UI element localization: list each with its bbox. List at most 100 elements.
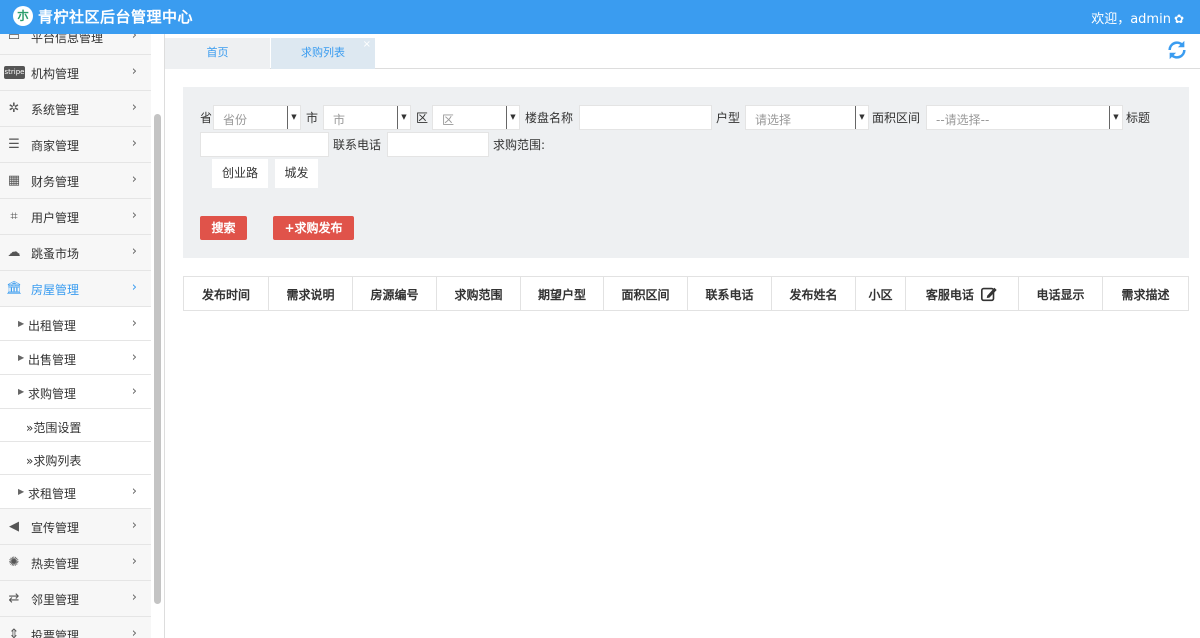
tab-label: 求购列表 <box>301 46 345 59</box>
refresh-icon[interactable] <box>1166 39 1188 61</box>
chevron-right-icon: › <box>131 100 137 115</box>
column-header[interactable]: 面积区间 <box>604 277 688 310</box>
volume-icon: ◀ <box>9 519 19 534</box>
chevron-down-icon: ▼ <box>506 106 519 129</box>
title-input[interactable] <box>200 132 329 157</box>
cloud-icon: ☁ <box>7 245 21 260</box>
sidebar-item-org[interactable]: stripe 机构管理 › <box>0 55 151 91</box>
chevron-right-icon: › <box>131 384 137 399</box>
range-chip[interactable]: 城发 <box>275 159 318 188</box>
sidebar-item-label: 热卖管理 <box>31 557 80 571</box>
caret-right-icon: ▶ <box>18 387 25 396</box>
layout-placeholder: 请选择 <box>755 113 792 127</box>
range-label: 求购范围: <box>493 138 546 152</box>
building-label: 楼盘名称 <box>525 111 574 125</box>
sidebar-item-voting[interactable]: ⇕ 投票管理 › <box>0 617 151 638</box>
sidebar-subitem-purchase[interactable]: ▶ 求购管理 › <box>0 375 151 409</box>
area-select[interactable]: --请选择-- ▼ <box>926 105 1123 130</box>
publish-purchase-button[interactable]: +求购发布 <box>273 216 354 240</box>
sidebar-subitem-rent-wanted[interactable]: ▶ 求租管理 › <box>0 475 151 509</box>
sidebar-item-label: 平台信息管理 <box>31 34 104 45</box>
province-placeholder: 省份 <box>223 113 248 127</box>
tab-home[interactable]: 首页 <box>165 38 270 69</box>
yelp-icon: ✲ <box>8 101 20 116</box>
chevron-right-icon: › <box>131 208 137 223</box>
district-placeholder: 区 <box>442 113 455 127</box>
layout-select[interactable]: 请选择 ▼ <box>745 105 869 130</box>
sidebar-item-promotion[interactable]: ◀ 宣传管理 › <box>0 509 151 545</box>
sidebar-item-platform[interactable]: ▭ 平台信息管理 › <box>0 34 151 55</box>
chevron-right-icon: › <box>131 280 137 295</box>
sidebar-item-flea-market[interactable]: ☁ 跳蚤市场 › <box>0 235 151 271</box>
range-chip[interactable]: 创业路 <box>212 159 268 188</box>
sidebar-item-users[interactable]: ⌗ 用户管理 › <box>0 199 151 235</box>
sun-icon: ✺ <box>8 555 20 570</box>
tab-bar: 首页 求购列表 × <box>165 34 1200 69</box>
column-header[interactable]: 房源编号 <box>353 277 437 310</box>
column-header-service-phone[interactable]: 客服电话 <box>906 277 1019 310</box>
title-label: 标题 <box>1126 111 1151 125</box>
monitor-icon: ▭ <box>7 34 21 44</box>
city-select[interactable]: 市 ▼ <box>323 105 411 130</box>
province-label: 省 <box>200 111 213 125</box>
chevron-right-icon: › <box>131 590 137 605</box>
sidebar-item-hot-sale[interactable]: ✺ 热卖管理 › <box>0 545 151 581</box>
sidebar-item-label: 邻里管理 <box>31 593 80 607</box>
sidebar-item-system[interactable]: ✲ 系统管理 › <box>0 91 151 127</box>
sidebar-item-finance[interactable]: ▦ 财务管理 › <box>0 163 151 199</box>
tab-purchase-list[interactable]: 求购列表 × <box>271 38 375 69</box>
area-placeholder: --请选择-- <box>936 113 990 127</box>
chevron-down-icon: ▼ <box>397 106 410 129</box>
chevron-right-icon: › <box>131 136 137 151</box>
sidebar-item-label: 机构管理 <box>31 67 80 81</box>
district-select[interactable]: 区 ▼ <box>432 105 520 130</box>
chevron-right-icon: › <box>131 64 137 79</box>
purchase-table: 发布时间 需求说明 房源编号 求购范围 期望户型 面积区间 联系电话 发布姓名 … <box>183 276 1189 311</box>
building-input[interactable] <box>579 105 712 130</box>
close-icon[interactable]: × <box>363 30 371 60</box>
sidebar-leaf-purchase-list[interactable]: »求购列表 <box>0 442 151 475</box>
column-header[interactable]: 需求描述 <box>1103 277 1188 310</box>
sidebar: ▭ 平台信息管理 › stripe 机构管理 › ✲ 系统管理 › ☰ 商家管理… <box>0 34 165 638</box>
sidebar-scrollbar[interactable] <box>154 114 161 604</box>
chevron-right-icon: › <box>131 554 137 569</box>
stripe-icon: stripe <box>4 66 25 79</box>
caret-right-icon: ▶ <box>18 353 25 362</box>
caret-right-icon: ▶ <box>18 319 25 328</box>
chevron-right-icon: › <box>131 34 137 43</box>
layout-label: 户型 <box>716 111 741 125</box>
phone-label: 联系电话 <box>333 138 382 152</box>
column-header[interactable]: 发布姓名 <box>772 277 856 310</box>
top-bar: 朩 青柠社区后台管理中心 欢迎，admin ✿ <box>0 0 1200 34</box>
province-select[interactable]: 省份 ▼ <box>213 105 301 130</box>
sidebar-subitem-rent-out[interactable]: ▶ 出租管理 › <box>0 307 151 341</box>
chevron-down-icon: ▼ <box>855 106 868 129</box>
chevron-right-icon: › <box>131 484 137 499</box>
retweet-icon: ⇄ <box>8 591 20 606</box>
sidebar-item-housing[interactable]: 🏛 房屋管理 › <box>0 271 151 307</box>
sidebar-item-neighbors[interactable]: ⇄ 邻里管理 › <box>0 581 151 617</box>
column-header[interactable]: 求购范围 <box>437 277 521 310</box>
sidebar-leaf-range-settings[interactable]: »范围设置 <box>0 409 151 442</box>
column-header[interactable]: 联系电话 <box>688 277 772 310</box>
sidebar-item-label: 用户管理 <box>31 211 80 225</box>
column-header[interactable]: 期望户型 <box>521 277 604 310</box>
welcome-text: 欢迎，admin <box>1091 12 1171 27</box>
sidebar-item-merchant[interactable]: ☰ 商家管理 › <box>0 127 151 163</box>
edit-icon[interactable] <box>980 285 998 303</box>
column-header[interactable]: 电话显示 <box>1019 277 1103 310</box>
crop-icon: ⌗ <box>10 209 18 224</box>
column-header[interactable]: 需求说明 <box>269 277 353 310</box>
column-header[interactable]: 发布时间 <box>184 277 269 310</box>
column-header[interactable]: 小区 <box>856 277 906 310</box>
chevron-right-icon: › <box>131 518 137 533</box>
sidebar-subitem-sale[interactable]: ▶ 出售管理 › <box>0 341 151 375</box>
search-button[interactable]: 搜索 <box>200 216 247 240</box>
chevron-right-icon: › <box>131 350 137 365</box>
app-title: 青柠社区后台管理中心 <box>38 8 194 26</box>
user-menu[interactable]: 欢迎，admin ✿ <box>1091 8 1184 27</box>
phone-input[interactable] <box>387 132 489 157</box>
gear-icon[interactable]: ✿ <box>1174 12 1184 26</box>
city-label: 市 <box>306 111 319 125</box>
district-label: 区 <box>416 111 429 125</box>
